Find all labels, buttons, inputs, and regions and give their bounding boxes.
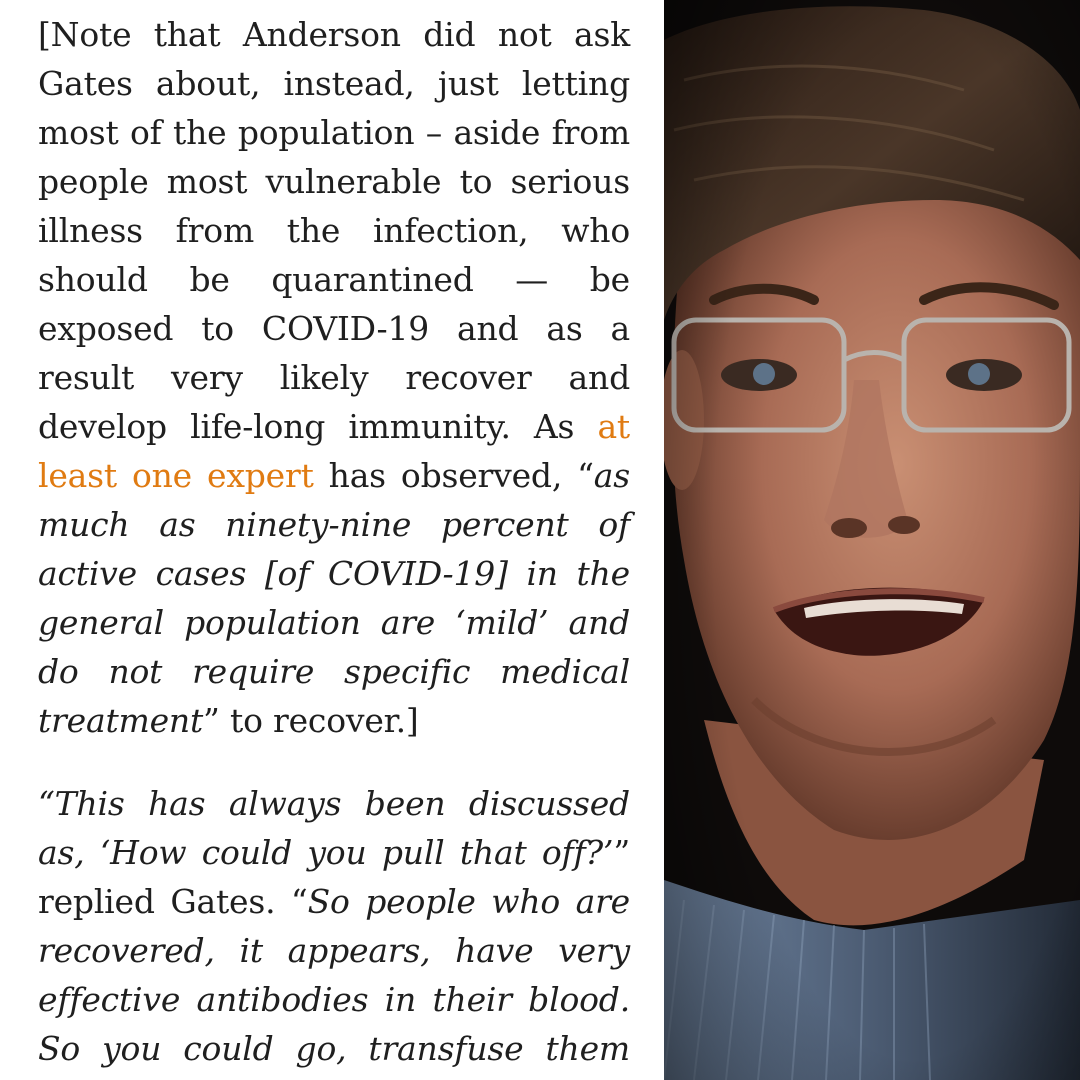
paragraph-note: [Note that Anderson did not ask Gates ab… [38,10,630,745]
portrait-photo [664,0,1080,1080]
portrait-illustration [664,0,1080,1080]
observed-text: has observed, “ [313,456,594,495]
gates-quote-1: “This has always been discussed as, ‘How… [38,784,630,872]
page: [Note that Anderson did not ask Gates ab… [0,0,1080,1080]
expert-quote: as much as ninety-nine percent of active… [38,456,630,740]
article-text: [Note that Anderson did not ask Gates ab… [38,10,630,1080]
recover-text: ” to recover.] [203,701,419,740]
note-text: [Note that Anderson did not ask Gates ab… [38,15,630,446]
paragraph-gates-reply: “This has always been discussed as, ‘How… [38,779,630,1080]
